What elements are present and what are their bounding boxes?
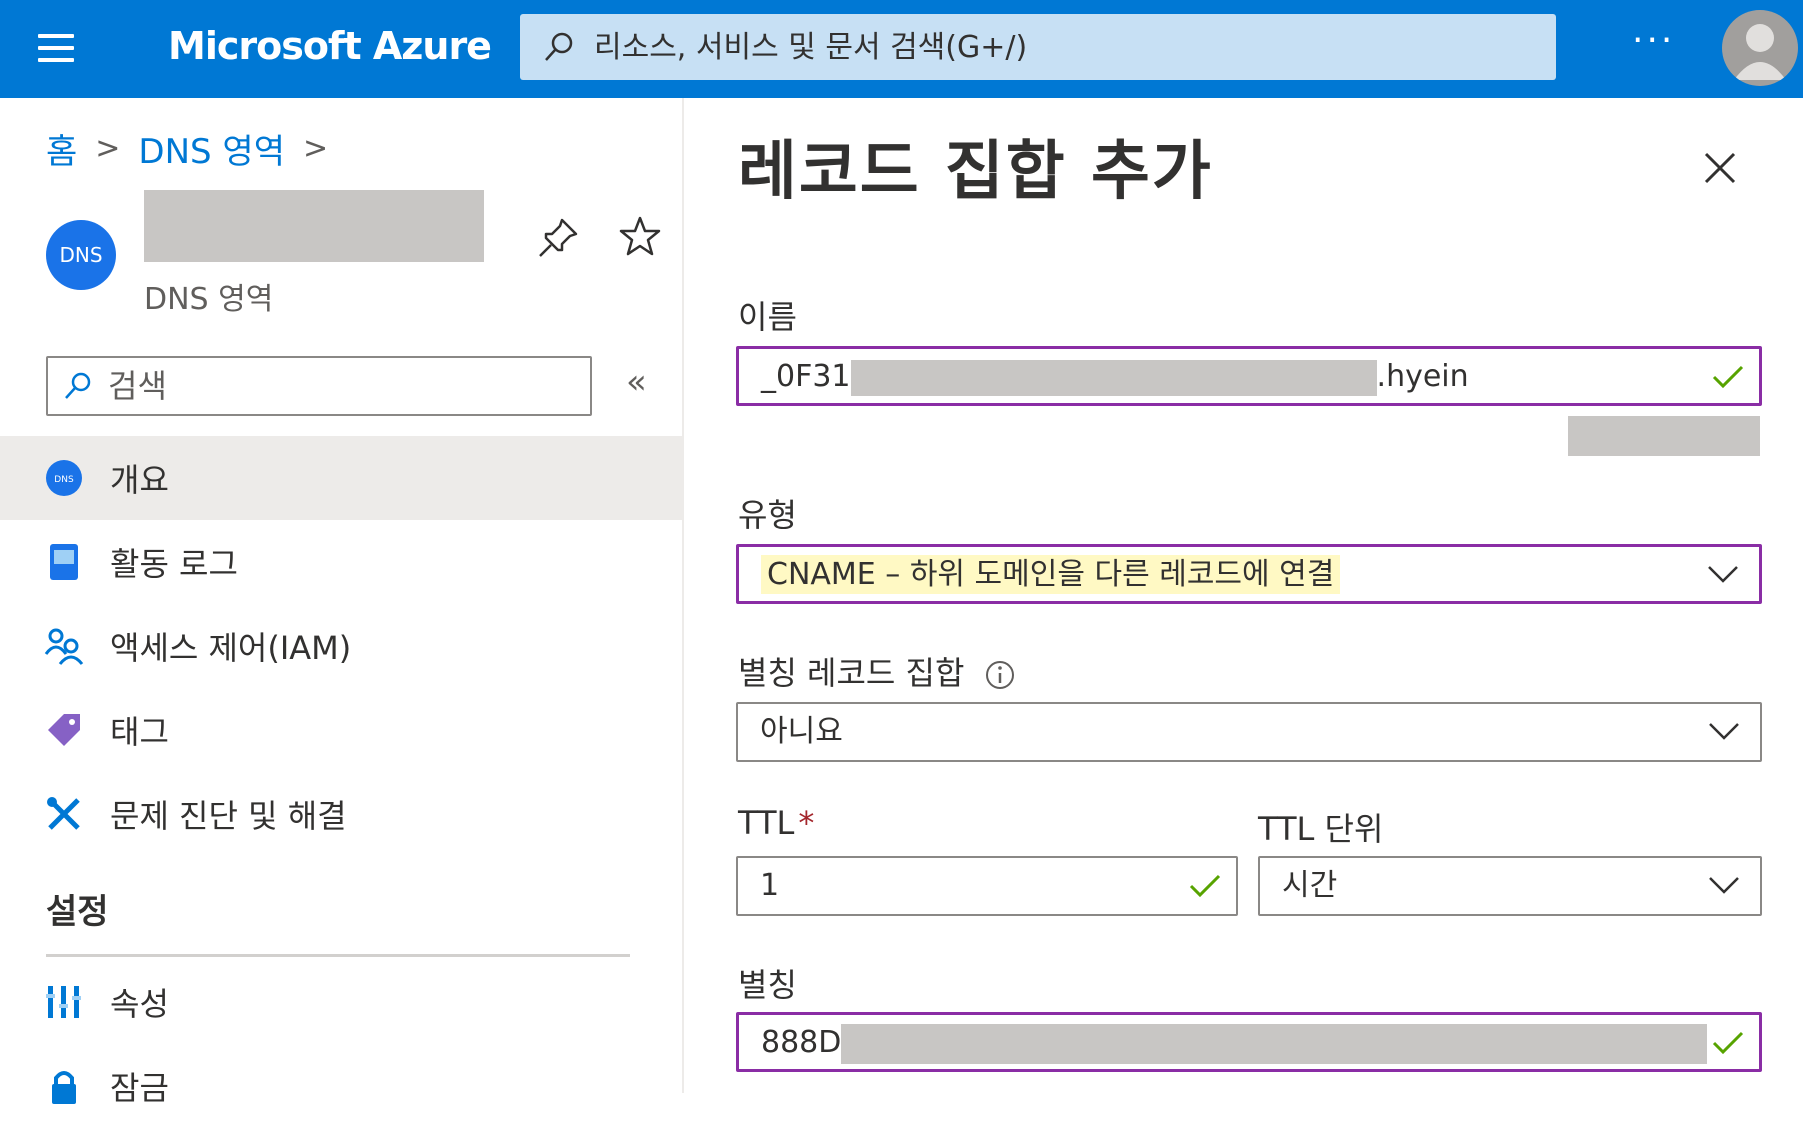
nav-item-label: 활동 로그 (110, 545, 238, 583)
name-suffix: .hyein (1376, 359, 1469, 394)
collapse-menu-button[interactable]: « (626, 362, 647, 402)
nav-item-label: 개요 (110, 461, 169, 499)
type-label: 유형 (738, 496, 797, 534)
nav-item-label: 문제 진단 및 해결 (110, 797, 347, 835)
breadcrumb: 홈 > DNS 영역 > (46, 124, 346, 173)
ttl-label-text: TTL (738, 804, 795, 842)
lock-icon (52, 1071, 76, 1104)
name-value: _0F31 .hyein (761, 357, 1469, 397)
more-options-icon[interactable]: ··· (1632, 20, 1675, 61)
nav-item-properties[interactable]: 속성 (0, 960, 682, 1044)
resource-type: DNS 영역 (144, 282, 274, 317)
breadcrumb-home[interactable]: 홈 (46, 124, 77, 173)
info-icon[interactable] (984, 659, 1016, 691)
checkmark-icon (1712, 365, 1744, 389)
alias-label: 별칭 (738, 966, 797, 1004)
settings-section-title: 설정 (46, 892, 109, 932)
ttl-input[interactable]: 1 (736, 856, 1238, 916)
user-icon (1734, 24, 1786, 80)
ttl-unit-label: TTL 단위 (1258, 810, 1384, 848)
global-search[interactable] (520, 14, 1556, 80)
chevron-down-icon (1709, 877, 1739, 894)
name-field[interactable]: _0F31 .hyein (736, 346, 1762, 406)
resource-menu: 홈 > DNS 영역 > DNS DNS 영역 « DNS 개요 활동 로그 액… (0, 98, 682, 1107)
nav-item-label: 태그 (110, 713, 169, 751)
diagnose-icon (47, 797, 80, 830)
star-icon[interactable] (618, 214, 662, 258)
nav-item-label: 속성 (110, 985, 169, 1023)
nav-item-label: 액세스 제어(IAM) (110, 629, 352, 667)
nav-item-label: 잠금 (110, 1069, 169, 1107)
chevron-down-icon (1708, 566, 1738, 583)
nav-item-tags[interactable]: 태그 (0, 688, 682, 772)
redacted-hint (1568, 416, 1760, 456)
checkmark-icon (1189, 874, 1221, 898)
ttl-label: TTL * (738, 804, 814, 842)
chevron-down-icon (1709, 723, 1739, 740)
close-icon[interactable] (1694, 142, 1746, 194)
nav-item-overview[interactable]: DNS 개요 (0, 436, 682, 520)
required-marker: * (798, 804, 815, 842)
alias-prefix: 888D (761, 1025, 842, 1060)
alias-record-set-label: 별칭 레코드 집합 (738, 648, 1016, 694)
alias-record-set-dropdown[interactable]: 아니요 (736, 702, 1762, 762)
menu-search-input[interactable] (108, 364, 578, 408)
properties-icon (46, 986, 81, 1018)
redacted-text (850, 359, 1377, 396)
avatar[interactable] (1722, 10, 1798, 86)
svg-text:DNS: DNS (54, 475, 74, 485)
nav-item-locks[interactable]: 잠금 (0, 1044, 682, 1128)
ttl-unit-value: 시간 (1282, 868, 1338, 903)
panel-title: 레코드 집합 추가 (738, 135, 1213, 209)
chevron-right-icon: > (303, 131, 329, 166)
name-prefix: _0F31 (761, 359, 851, 394)
pin-icon[interactable] (536, 216, 580, 260)
resource-name-redacted (144, 190, 484, 262)
access-control-icon (44, 628, 84, 665)
redacted-text (841, 1023, 1708, 1064)
activity-log-icon (50, 544, 78, 580)
nav-item-access-control[interactable]: 액세스 제어(IAM) (0, 604, 682, 688)
brand-title[interactable]: Microsoft Azure (168, 24, 492, 68)
dns-zone-icon: DNS (46, 220, 116, 290)
type-dropdown[interactable]: CNAME – 하위 도메인을 다른 레코드에 연결 (736, 544, 1762, 604)
nav-item-activity-log[interactable]: 활동 로그 (0, 520, 682, 604)
tag-icon (48, 714, 80, 746)
breadcrumb-dns-zones[interactable]: DNS 영역 (138, 124, 285, 173)
name-label: 이름 (738, 298, 797, 336)
add-record-set-panel: 레코드 집합 추가 이름 _0F31 .hyein 유형 CNAME – 하위 도… (684, 98, 1803, 1093)
alias-record-set-value: 아니요 (760, 714, 843, 749)
checkmark-icon (1712, 1031, 1744, 1055)
nav-item-diagnose[interactable]: 문제 진단 및 해결 (0, 772, 682, 856)
section-divider (46, 954, 630, 957)
dns-icon: DNS (46, 460, 82, 496)
search-icon (65, 372, 91, 399)
alias-field[interactable]: 888D (736, 1012, 1762, 1072)
type-value: CNAME – 하위 도메인을 다른 레코드에 연결 (761, 555, 1341, 595)
global-search-input[interactable] (594, 24, 1534, 70)
chevron-right-icon: > (95, 131, 121, 166)
menu-icon[interactable] (38, 34, 74, 62)
top-bar: Microsoft Azure ··· (0, 0, 1803, 98)
search-icon (545, 32, 573, 61)
ttl-value: 1 (760, 868, 780, 903)
menu-search[interactable] (46, 356, 592, 416)
ttl-unit-dropdown[interactable]: 시간 (1258, 856, 1762, 916)
alias-record-set-label-text: 별칭 레코드 집합 (738, 654, 965, 692)
alias-value: 888D (761, 1023, 1708, 1064)
type-selected-text: CNAME – 하위 도메인을 다른 레코드에 연결 (761, 555, 1341, 594)
